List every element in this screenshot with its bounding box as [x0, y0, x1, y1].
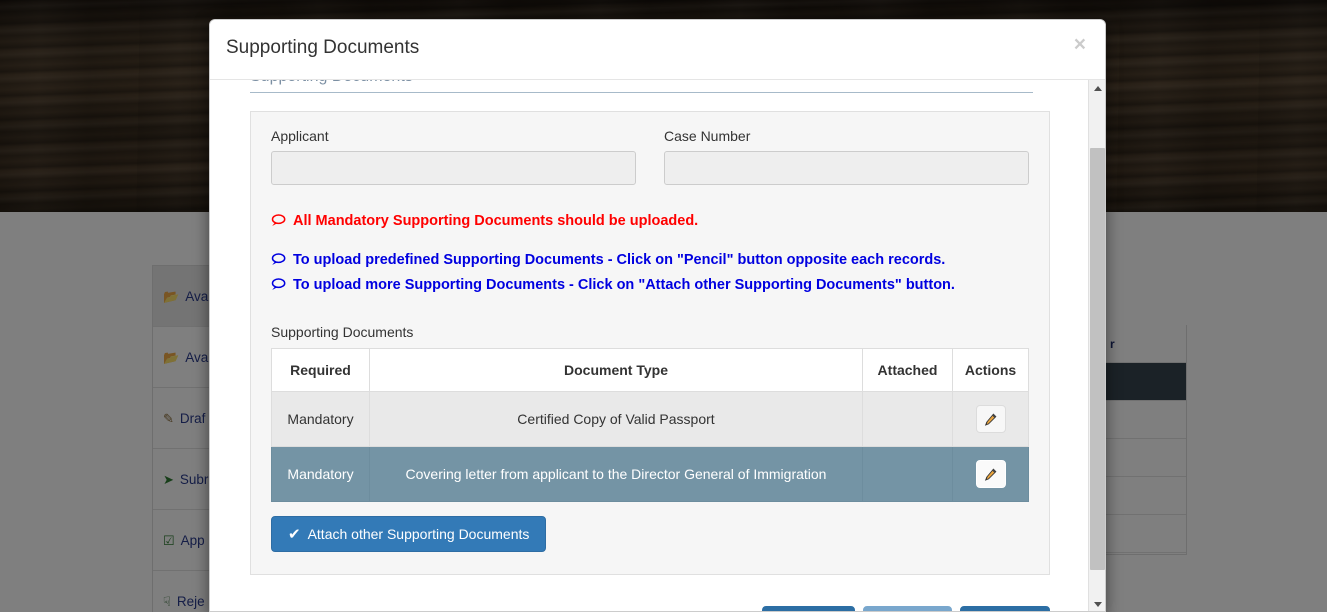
- next-button[interactable]: Next▶▶: [960, 606, 1050, 611]
- check-icon: ✔: [288, 525, 301, 543]
- form-row: Applicant Case Number: [271, 128, 1029, 185]
- supporting-documents-panel: Applicant Case Number All Mandatory Supp…: [250, 111, 1050, 576]
- cell-required: Mandatory: [271, 446, 370, 503]
- table-row[interactable]: Mandatory Certified Copy of Valid Passpor…: [271, 391, 1029, 448]
- column-header: Attached: [862, 348, 953, 393]
- column-header: Required: [271, 348, 370, 393]
- section-legend: Supporting Documents: [250, 80, 1033, 93]
- applicant-label: Applicant: [271, 128, 329, 144]
- attach-other-documents-button[interactable]: ✔ Attach other Supporting Documents: [271, 516, 547, 553]
- table-head: Required Document Type Attached Actions: [271, 348, 1029, 393]
- table-body: Mandatory Certified Copy of Valid Passpor…: [271, 391, 1029, 503]
- save-button[interactable]: Save💾: [862, 606, 953, 611]
- cell-document-type: Covering letter from applicant to the Di…: [369, 446, 863, 503]
- comment-icon: [271, 252, 286, 273]
- modal-header: Supporting Documents ×: [210, 20, 1105, 80]
- comment-icon: [271, 213, 286, 234]
- instruction-note-text: All Mandatory Supporting Documents shoul…: [293, 213, 699, 229]
- attach-other-documents-label: Attach other Supporting Documents: [307, 526, 530, 543]
- modal-footer: ◀◀Back Save💾 Next▶▶: [250, 592, 1050, 611]
- table-header-row: Required Document Type Attached Actions: [271, 348, 1029, 393]
- applicant-field-group: Applicant: [271, 128, 636, 185]
- cell-attached: [862, 391, 953, 448]
- modal-scroll-content: Supporting Documents Applicant Case Numb…: [210, 80, 1090, 611]
- comment-icon: [271, 277, 286, 298]
- case-number-input[interactable]: [664, 151, 1029, 185]
- modal-body: Supporting Documents Applicant Case Numb…: [210, 80, 1105, 611]
- scrollbar-thumb[interactable]: [1090, 148, 1105, 570]
- cell-required: Mandatory: [271, 391, 370, 448]
- case-number-field-group: Case Number: [664, 128, 1029, 185]
- table-row[interactable]: Mandatory Covering letter from applicant …: [271, 446, 1029, 503]
- instruction-note-text: To upload more Supporting Documents - Cl…: [293, 277, 955, 294]
- scroll-down-icon[interactable]: [1089, 596, 1105, 611]
- supporting-documents-modal: Supporting Documents × Supporting Docume…: [209, 19, 1106, 612]
- supporting-documents-table: Required Document Type Attached Actions Man…: [271, 348, 1029, 503]
- back-button[interactable]: ◀◀Back: [762, 606, 855, 611]
- page-root: 📂Avai📂Avai✎Draf➤Subr☑App☟Reje r Supporti…: [0, 0, 1327, 612]
- cell-document-type: Certified Copy of Valid Passport: [369, 391, 863, 448]
- instruction-notes: All Mandatory Supporting Documents shoul…: [271, 211, 1029, 298]
- pencil-icon[interactable]: [975, 460, 1006, 489]
- cell-actions: [952, 391, 1029, 448]
- modal-title: Supporting Documents: [226, 37, 420, 58]
- instruction-note: All Mandatory Supporting Documents shoul…: [271, 211, 1029, 234]
- instruction-note-text: To upload predefined Supporting Document…: [293, 252, 946, 269]
- column-header: Document Type: [369, 348, 863, 393]
- scroll-up-icon[interactable]: [1089, 80, 1105, 97]
- applicant-input[interactable]: [271, 151, 636, 185]
- column-header: Actions: [952, 348, 1029, 393]
- modal-scrollbar[interactable]: [1088, 80, 1105, 611]
- close-icon[interactable]: ×: [1070, 32, 1090, 57]
- instruction-note: To upload more Supporting Documents - Cl…: [271, 275, 1029, 298]
- instruction-note: To upload predefined Supporting Document…: [271, 250, 1029, 273]
- cell-attached: [862, 446, 953, 503]
- cell-actions: [952, 446, 1029, 503]
- case-number-label: Case Number: [664, 128, 751, 144]
- pencil-icon[interactable]: [975, 405, 1006, 434]
- documents-table-caption: Supporting Documents: [271, 324, 414, 341]
